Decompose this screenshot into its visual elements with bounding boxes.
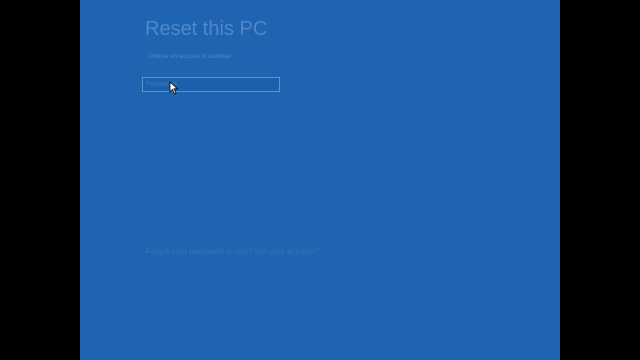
forgot-password-link[interactable]: Forgot your password or don't use your a…: [146, 247, 320, 256]
page-subtitle: Choose an account to continue: [148, 54, 231, 60]
page-title: Reset this PC: [145, 18, 268, 40]
letterbox-right: [560, 0, 640, 360]
letterbox-left: [0, 0, 80, 360]
password-field[interactable]: [142, 77, 280, 92]
reset-pc-screen: Reset this PC Choose an account to conti…: [80, 0, 560, 360]
password-input[interactable]: [146, 79, 274, 90]
mouse-pointer-icon: [169, 81, 179, 95]
